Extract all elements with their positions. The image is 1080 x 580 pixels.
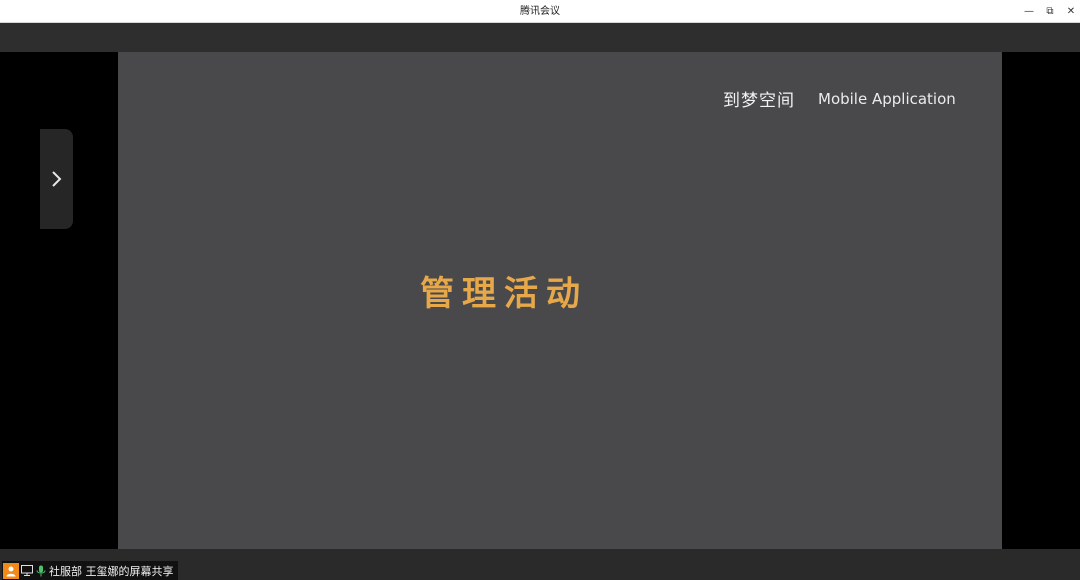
screen-share-indicator[interactable]: 社服部 王玺娜的屏幕共享 [2, 561, 178, 580]
user-icon [6, 566, 16, 576]
slide-tag: Mobile Application [818, 90, 956, 108]
screen-share-label: 社服部 王玺娜的屏幕共享 [49, 564, 174, 578]
expand-sidebar-button[interactable] [40, 129, 73, 229]
presentation-slide: 到梦空间 Mobile Application 管理活动 [118, 52, 1002, 549]
top-toolbar [0, 23, 1080, 52]
meeting-window: 腾讯会议 — ⧉ ✕ 到梦空间 Mobile Application 管理活动 [0, 0, 1080, 580]
microphone-icon [35, 565, 47, 577]
close-button[interactable]: ✕ [1060, 0, 1080, 23]
title-bar: 腾讯会议 — ⧉ ✕ [0, 0, 1080, 23]
shared-screen-area: 到梦空间 Mobile Application 管理活动 [0, 52, 1080, 549]
chevron-right-icon [51, 171, 61, 187]
avatar [3, 562, 19, 579]
minimize-button[interactable]: — [1018, 0, 1040, 23]
window-title: 腾讯会议 [520, 6, 560, 17]
slide-title: 管理活动 [420, 274, 588, 314]
screen-share-icon [21, 565, 33, 577]
restore-button[interactable]: ⧉ [1039, 0, 1061, 23]
slide-brand: 到梦空间 [723, 91, 795, 111]
status-bar: 社服部 王玺娜的屏幕共享 [0, 549, 1080, 580]
